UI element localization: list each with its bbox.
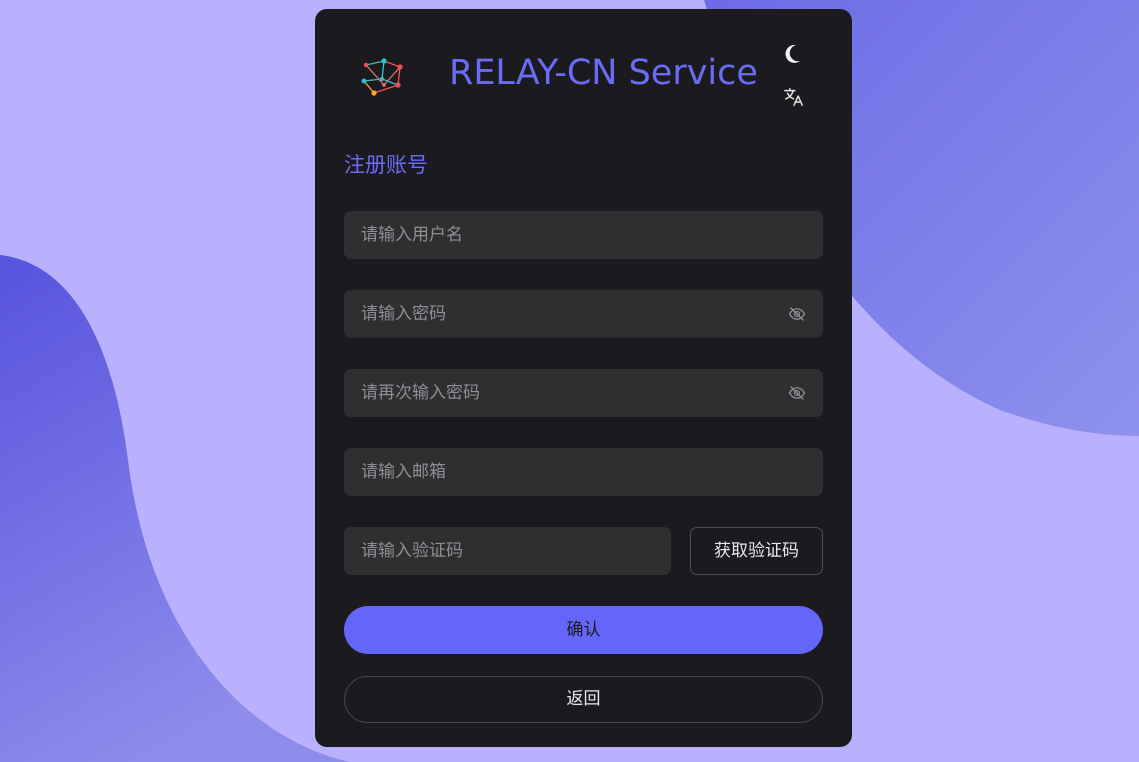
password-visibility-toggle[interactable] (788, 305, 806, 323)
confirm-password-input[interactable] (344, 369, 823, 417)
confirm-password-field (344, 369, 823, 417)
verification-code-field (344, 527, 671, 575)
email-field (344, 448, 823, 496)
get-code-button[interactable]: 获取验证码 (690, 527, 823, 575)
eye-off-icon (788, 386, 806, 400)
back-button[interactable]: 返回 (344, 676, 823, 723)
confirm-password-visibility-toggle[interactable] (788, 384, 806, 402)
username-field (344, 211, 823, 259)
network-graph-logo-icon (361, 58, 403, 96)
form-title: 注册账号 (344, 153, 428, 177)
email-input[interactable] (344, 448, 823, 496)
language-button[interactable] (781, 84, 807, 110)
app-title: RELAY-CN Service (449, 53, 758, 93)
bottom-left-blob (0, 255, 350, 762)
password-field (344, 290, 823, 338)
eye-off-icon (788, 307, 806, 321)
translate-icon (784, 88, 803, 106)
username-input[interactable] (344, 211, 823, 259)
confirm-button[interactable]: 确认 (344, 606, 823, 654)
theme-toggle-button[interactable] (781, 41, 807, 67)
password-input[interactable] (344, 290, 823, 338)
moon-icon (785, 44, 800, 63)
register-card: RELAY-CN Service 注册账号 请输入用户名 请输入邮箱 请输入验证… (315, 9, 852, 747)
verification-code-input[interactable] (344, 527, 671, 575)
